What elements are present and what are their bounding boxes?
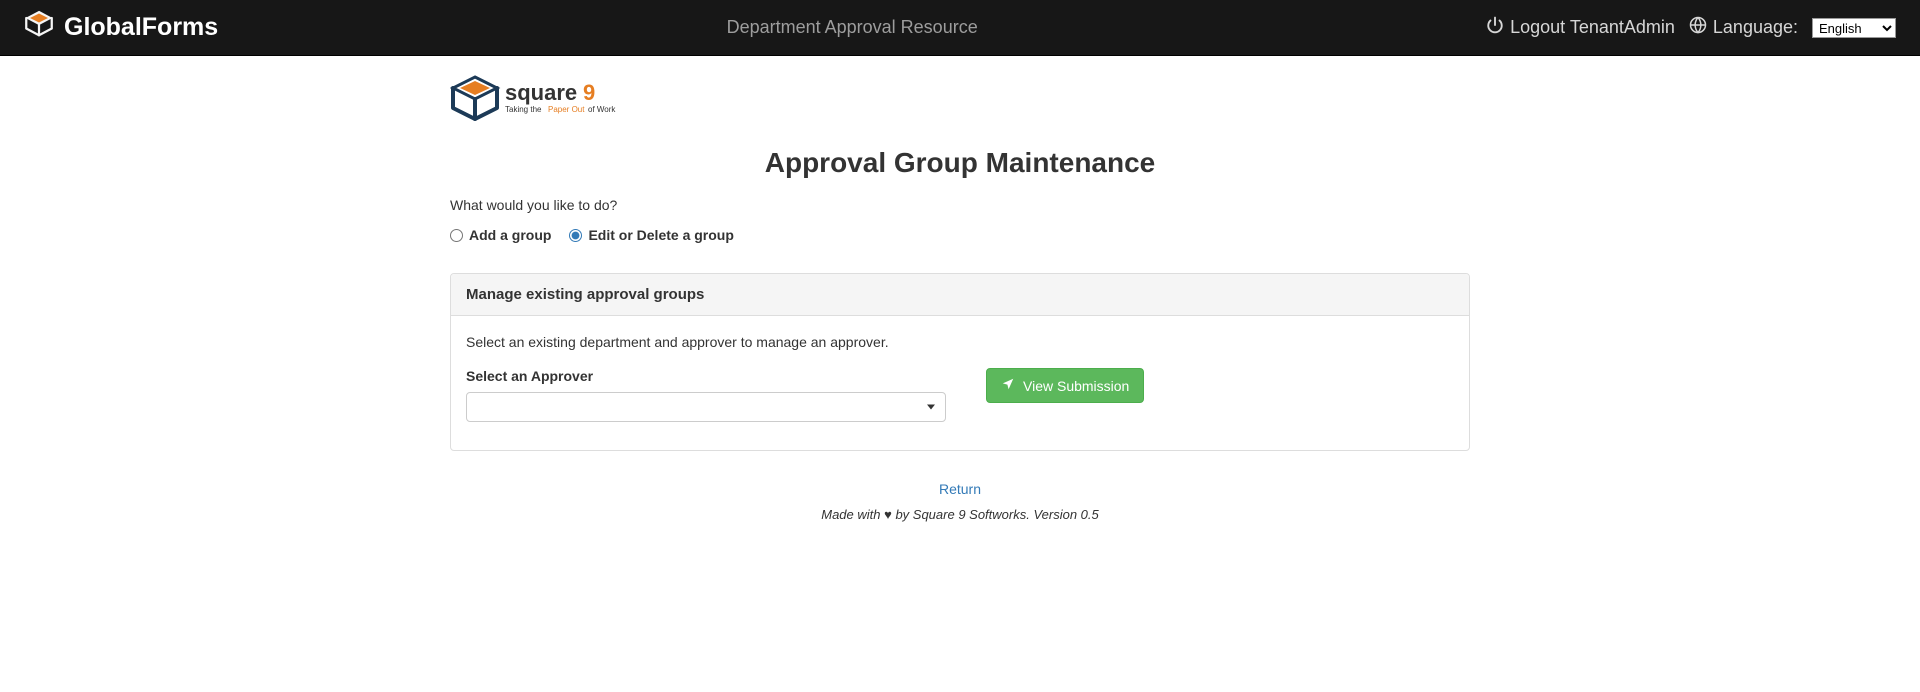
radio-add-group-input[interactable] (450, 229, 463, 242)
svg-text:of Work: of Work (588, 105, 616, 114)
logout-label: Logout TenantAdmin (1510, 17, 1675, 38)
brand-text: GlobalForms (64, 13, 218, 42)
svg-text:9: 9 (583, 80, 595, 105)
action-radio-group: Add a group Edit or Delete a group (450, 227, 1470, 243)
square9-logo: square 9 Taking the Paper Out of Work (450, 74, 1470, 129)
main-container: square 9 Taking the Paper Out of Work Ap… (450, 56, 1470, 522)
navbar-title: Department Approval Resource (218, 17, 1486, 38)
svg-text:square: square (505, 80, 577, 105)
radio-add-group-label: Add a group (469, 227, 551, 243)
cursor-arrow-icon (1001, 377, 1015, 394)
return-link[interactable]: Return (450, 481, 1470, 497)
page-title: Approval Group Maintenance (450, 147, 1470, 179)
prompt-text: What would you like to do? (450, 197, 1470, 213)
footer-note: Made with ♥ by Square 9 Softworks. Versi… (450, 507, 1470, 522)
radio-add-group[interactable]: Add a group (450, 227, 551, 243)
power-icon (1486, 16, 1504, 39)
approver-column: Select an Approver (466, 368, 946, 422)
approver-dropdown[interactable] (466, 392, 946, 422)
panel-help-text: Select an existing department and approv… (466, 334, 1454, 350)
approver-label: Select an Approver (466, 368, 946, 384)
panel-body: Select an existing department and approv… (451, 316, 1469, 450)
language-section: Language: (1689, 16, 1798, 39)
brand-logo-icon (24, 9, 54, 46)
view-submission-button[interactable]: View Submission (986, 368, 1144, 403)
manage-panel: Manage existing approval groups Select a… (450, 273, 1470, 451)
radio-edit-group-input[interactable] (569, 229, 582, 242)
top-navbar: GlobalForms Department Approval Resource… (0, 0, 1920, 56)
radio-edit-group-label: Edit or Delete a group (588, 227, 733, 243)
navbar-right: Logout TenantAdmin Language: English (1486, 16, 1896, 39)
view-submission-label: View Submission (1023, 378, 1129, 394)
svg-text:Taking the: Taking the (505, 105, 542, 114)
brand[interactable]: GlobalForms (24, 9, 218, 46)
panel-heading: Manage existing approval groups (451, 274, 1469, 316)
logout-link[interactable]: Logout TenantAdmin (1486, 16, 1675, 39)
submission-column: View Submission (986, 368, 1454, 403)
svg-text:Paper Out: Paper Out (548, 105, 585, 114)
globe-icon (1689, 16, 1707, 39)
form-row: Select an Approver View Submission (466, 368, 1454, 422)
language-select[interactable]: English (1812, 18, 1896, 38)
radio-edit-group[interactable]: Edit or Delete a group (569, 227, 733, 243)
language-label: Language: (1713, 17, 1798, 38)
